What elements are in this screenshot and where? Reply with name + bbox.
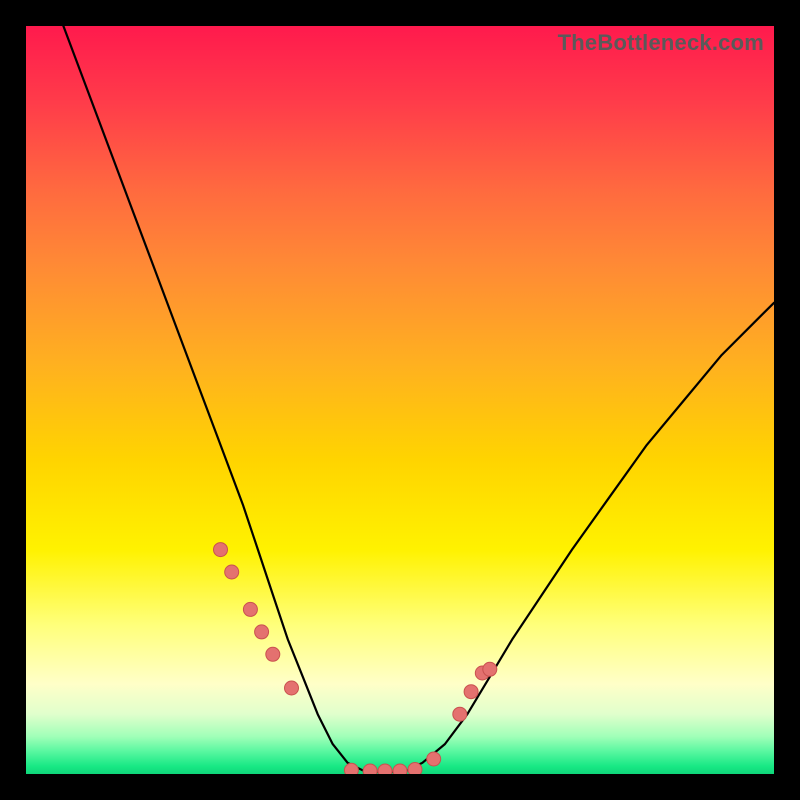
data-marker (255, 625, 269, 639)
data-marker (427, 752, 441, 766)
data-marker (266, 647, 280, 661)
data-marker (363, 764, 377, 774)
data-marker (243, 602, 257, 616)
bottleneck-curve (26, 26, 774, 774)
data-marker (393, 764, 407, 774)
data-marker (225, 565, 239, 579)
data-marker (214, 543, 228, 557)
plot-area: TheBottleneck.com (26, 26, 774, 774)
data-markers (214, 543, 497, 774)
data-marker (453, 707, 467, 721)
data-marker (464, 685, 478, 699)
chart-stage: TheBottleneck.com (0, 0, 800, 800)
data-marker (344, 763, 358, 774)
data-marker (285, 681, 299, 695)
data-marker (408, 763, 422, 775)
curve-line (63, 26, 774, 772)
data-marker (483, 662, 497, 676)
data-marker (378, 764, 392, 774)
